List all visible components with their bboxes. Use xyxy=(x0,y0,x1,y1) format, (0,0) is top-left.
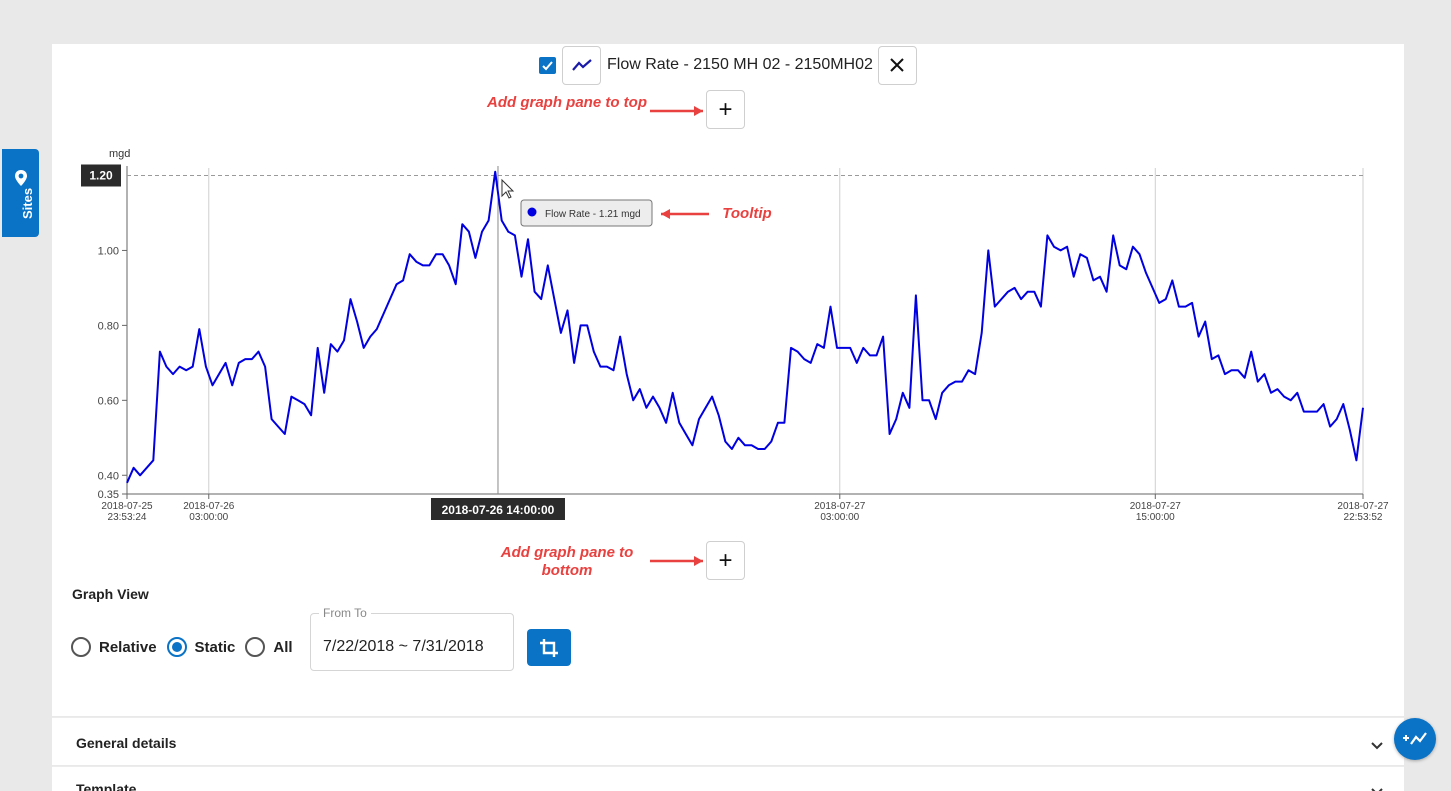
template-title: Template xyxy=(76,781,137,791)
add-trend-icon xyxy=(1403,732,1427,745)
radio-all[interactable] xyxy=(245,637,266,657)
y-tick-label: 0.80 xyxy=(98,320,119,332)
radio-all-label[interactable]: All xyxy=(273,639,292,656)
x-tick-label-date: 2018-07-27 xyxy=(814,501,866,512)
crop-button[interactable] xyxy=(527,629,571,666)
arrow-add-bottom-head xyxy=(694,556,703,566)
template-section[interactable]: Template xyxy=(52,766,1404,791)
tooltip-text: Flow Rate - 1.21 mgd xyxy=(545,209,641,220)
radio-static[interactable] xyxy=(166,637,187,657)
x-tick-label-date: 2018-07-27 xyxy=(1337,501,1389,512)
date-range-field[interactable]: From To 7/22/2018 ~ 7/31/2018 xyxy=(310,606,514,671)
radio-relative[interactable] xyxy=(71,637,91,657)
graph-view-options: Relative Static All xyxy=(71,637,303,657)
x-tick-label-time: 22:53:52 xyxy=(1344,512,1383,523)
y-tick-label: 0.35 xyxy=(98,489,119,501)
add-graph-fab[interactable] xyxy=(1394,718,1436,760)
reference-value-label: 1.20 xyxy=(89,168,113,182)
y-axis-unit-label: mgd xyxy=(109,148,130,160)
tooltip-series-dot xyxy=(527,207,537,217)
chevron-down-icon xyxy=(1371,788,1383,791)
general-details-section[interactable]: General details xyxy=(52,717,1404,765)
x-tick-label-date: 2018-07-27 xyxy=(1130,501,1182,512)
x-tick-label-time: 03:00:00 xyxy=(820,512,859,523)
crop-icon xyxy=(540,638,558,657)
mouse-cursor-icon xyxy=(501,178,515,199)
app-window: Sites Flow Rate - 2150 MH 02 - 2150MH02 … xyxy=(0,0,1451,791)
x-tick-label-date: 2018-07-26 xyxy=(183,501,235,512)
x-tick-label-time: 15:00:00 xyxy=(1136,512,1175,523)
crosshair-time-label: 2018-07-26 14:00:00 xyxy=(442,503,555,517)
flow-rate-series-line xyxy=(126,170,1364,484)
y-tick-label: 1.00 xyxy=(98,245,119,257)
y-tick-label: 0.60 xyxy=(98,395,119,407)
date-range-legend: From To xyxy=(319,606,371,620)
radio-relative-label[interactable]: Relative xyxy=(99,639,157,656)
general-details-title: General details xyxy=(76,735,177,751)
x-tick-label-time: 23:53:24 xyxy=(108,512,147,523)
y-tick-label: 0.40 xyxy=(98,470,119,482)
radio-static-label[interactable]: Static xyxy=(195,639,236,656)
date-range-value[interactable]: 7/22/2018 ~ 7/31/2018 xyxy=(323,638,484,656)
flow-rate-chart[interactable]: mgd2018-07-2523:53:242018-07-2603:00:002… xyxy=(0,0,1451,791)
chevron-down-icon xyxy=(1371,742,1383,750)
graph-view-title: Graph View xyxy=(72,586,149,602)
x-tick-label-time: 03:00:00 xyxy=(189,512,228,523)
arrow-add-top-head xyxy=(694,106,703,116)
arrow-tooltip-head xyxy=(661,209,670,219)
x-tick-label-date: 2018-07-25 xyxy=(101,501,153,512)
